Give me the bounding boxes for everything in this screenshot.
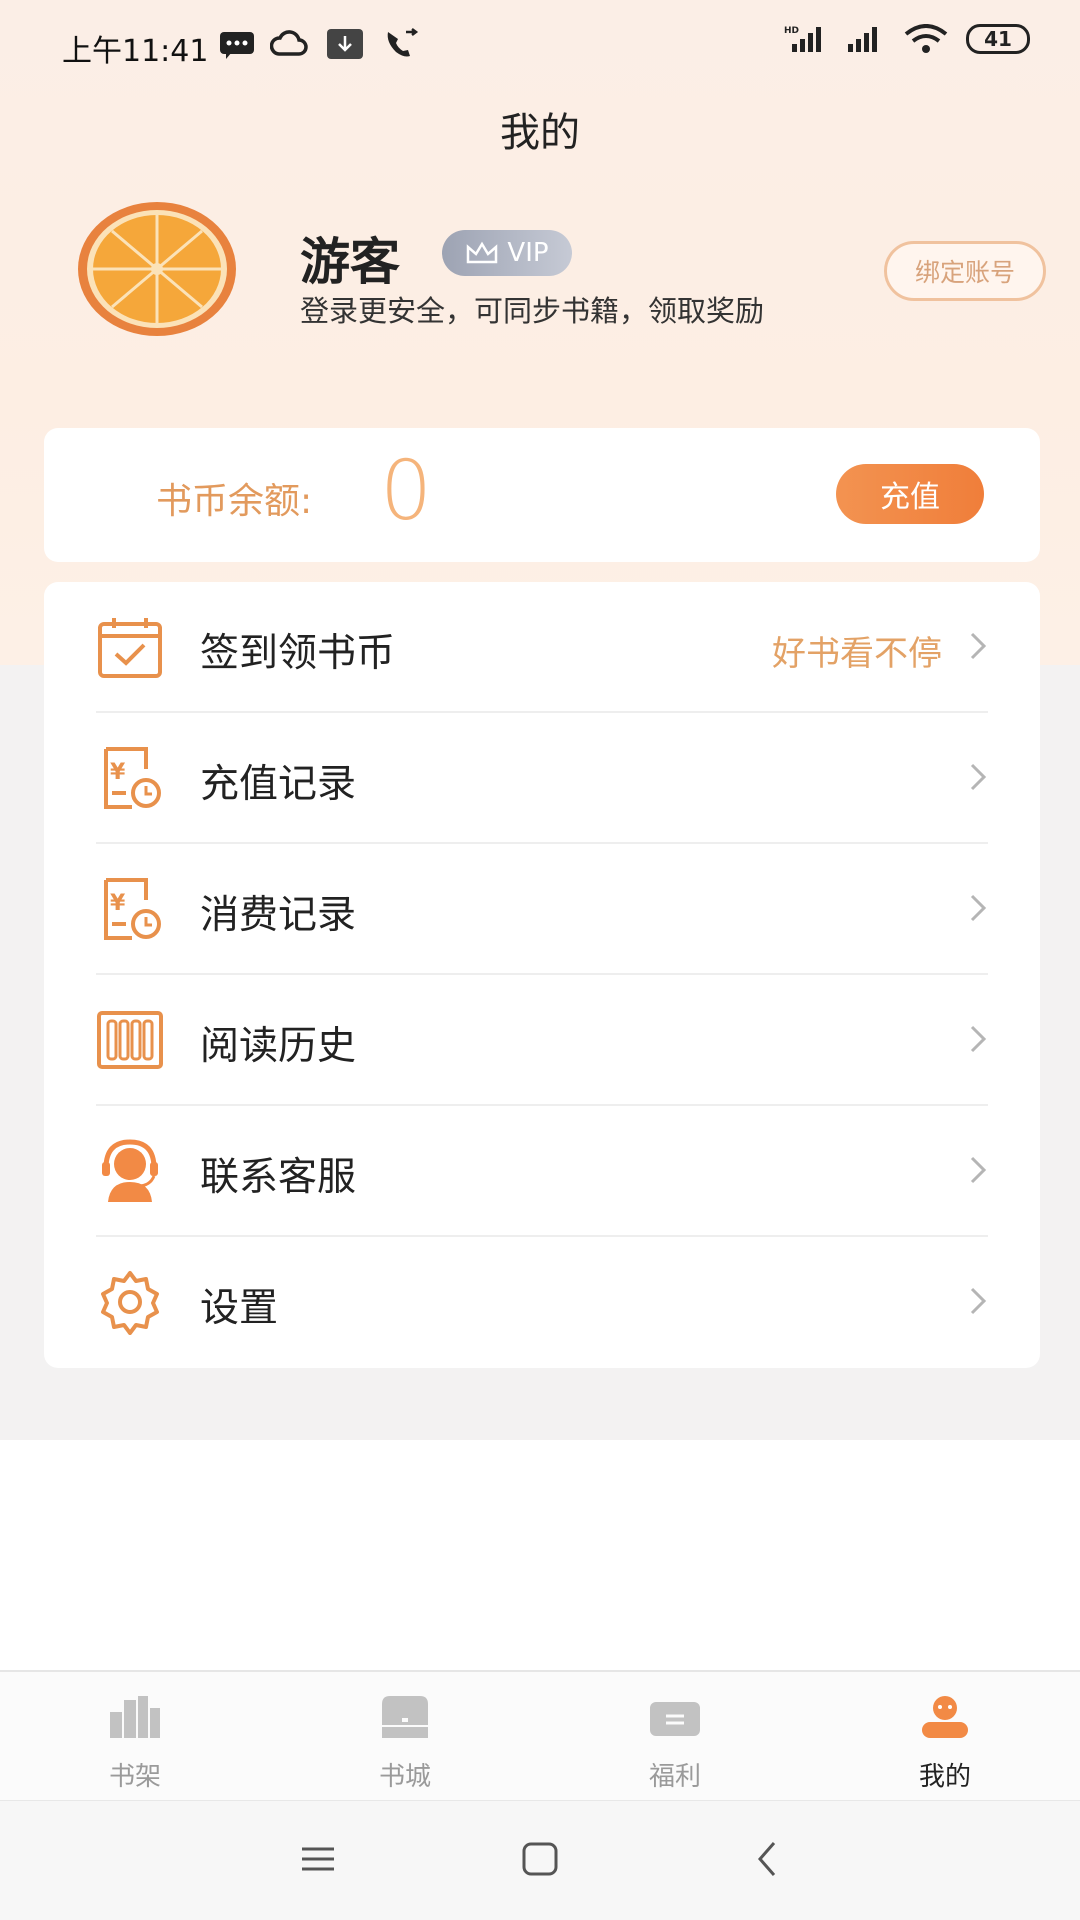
login-hint: 登录更安全，可同步书籍，领取奖励 [300, 294, 765, 328]
tab-label: 我的 [918, 1762, 971, 1792]
customer-service-icon [102, 1139, 158, 1202]
orange-slice-avatar[interactable] [76, 200, 238, 338]
menu-item-reading-history[interactable]: 阅读历史 [44, 975, 1040, 1106]
chevron-right-icon [970, 632, 987, 660]
chevron-right-icon [970, 894, 987, 922]
bookstore-icon [382, 1696, 428, 1738]
tab-welfare[interactable]: 福利 [540, 1672, 810, 1802]
menu-list: 签到领书币 好书看不停 ¥ 充值记录 ¥ 消费记录 阅读历史 联系客服 设置 [44, 582, 1040, 1368]
chevron-right-icon [970, 1287, 987, 1315]
status-time: 上午11:41 [62, 34, 209, 69]
menu-item-checkin[interactable]: 签到领书币 好书看不停 [44, 582, 1040, 713]
menu-item-label: 联系客服 [200, 1155, 357, 1200]
balance-value: 0 [380, 444, 433, 539]
menu-icon[interactable] [298, 1839, 338, 1879]
blank-area [0, 1440, 1080, 1670]
back-icon[interactable] [748, 1839, 788, 1879]
menu-item-hint: 好书看不停 [772, 634, 942, 674]
menu-item-settings[interactable]: 设置 [44, 1237, 1040, 1368]
menu-item-label: 消费记录 [200, 893, 357, 938]
balance-card: 书币余额: 0 充值 [44, 428, 1040, 562]
page-title: 我的 [500, 110, 580, 156]
menu-item-label: 签到领书币 [200, 631, 396, 676]
svg-text:HD: HD [784, 26, 799, 36]
download-icon [327, 29, 363, 59]
chevron-right-icon [970, 1156, 987, 1184]
recharge-button[interactable]: 充值 [836, 464, 984, 524]
svg-text:¥: ¥ [110, 760, 126, 785]
chevron-right-icon [970, 1025, 987, 1053]
menu-item-spending-history[interactable]: ¥ 消费记录 [44, 844, 1040, 975]
profile-icon [922, 1696, 968, 1738]
system-nav-bar [0, 1800, 1080, 1920]
menu-item-label: 设置 [200, 1286, 279, 1331]
menu-item-customer-service[interactable]: 联系客服 [44, 1106, 1040, 1237]
tab-label: 书架 [108, 1762, 161, 1792]
menu-item-label: 阅读历史 [200, 1024, 357, 1069]
tab-label: 福利 [648, 1762, 701, 1792]
status-bar: 上午11:41 HD 41 [0, 0, 1080, 90]
wifi-icon [904, 24, 948, 53]
gear-icon [101, 1271, 159, 1335]
yen-record-icon: ¥ [104, 878, 161, 940]
tab-bookshelf[interactable]: 书架 [0, 1672, 270, 1802]
chevron-right-icon [970, 763, 987, 791]
gift-icon [650, 1702, 700, 1736]
message-icon [220, 32, 254, 59]
yen-record-icon: ¥ [104, 747, 161, 809]
username: 游客 [300, 233, 400, 291]
cloud-icon [270, 30, 308, 56]
calendar-check-icon [98, 618, 162, 678]
svg-text:¥: ¥ [110, 891, 126, 916]
vip-label: VIP [507, 238, 549, 268]
hd-signal-icon: HD [784, 26, 821, 52]
bookshelf-icon [110, 1696, 160, 1738]
menu-item-label: 充值记录 [200, 762, 357, 807]
bottom-tab-bar: 书架 书城 福利 我的 [0, 1670, 1080, 1800]
books-icon [97, 1011, 163, 1069]
balance-label: 书币余额: [156, 481, 313, 522]
vip-badge[interactable]: VIP [442, 230, 572, 276]
home-icon[interactable] [520, 1839, 560, 1879]
tab-label: 书城 [378, 1762, 431, 1792]
battery-icon: 41 [966, 24, 1030, 54]
crown-icon [467, 241, 498, 264]
tab-bookstore[interactable]: 书城 [270, 1672, 540, 1802]
call-forward-icon [387, 28, 419, 57]
menu-item-recharge-history[interactable]: ¥ 充值记录 [44, 713, 1040, 844]
bind-account-button[interactable]: 绑定账号 [884, 241, 1046, 301]
tab-mine[interactable]: 我的 [810, 1672, 1080, 1802]
signal-icon [848, 27, 877, 52]
